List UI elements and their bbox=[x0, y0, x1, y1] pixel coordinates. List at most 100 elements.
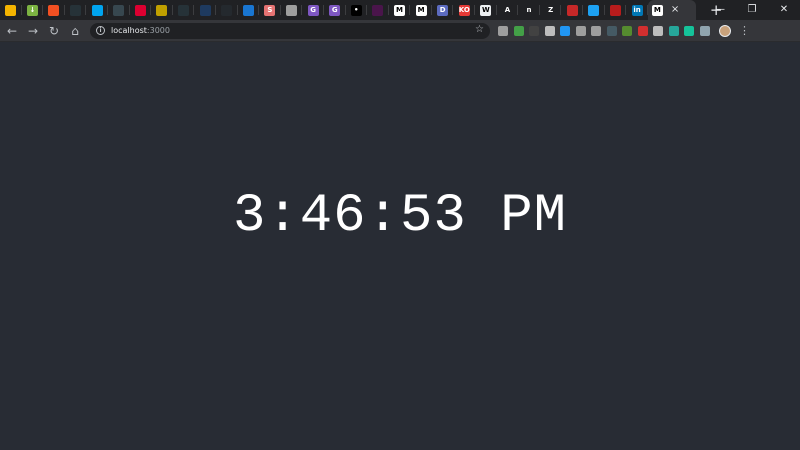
b-icon[interactable] bbox=[606, 25, 617, 36]
evernote-icon[interactable] bbox=[513, 25, 524, 36]
dot-icon: • bbox=[350, 4, 362, 16]
ko-icon: KO bbox=[458, 4, 470, 16]
tab-18[interactable]: M bbox=[389, 0, 411, 20]
minimize-button[interactable]: — bbox=[704, 0, 736, 20]
menu-icon[interactable]: ⋮ bbox=[739, 25, 750, 36]
red-square-icon bbox=[609, 4, 621, 16]
clock-display: 3:46:53 PM bbox=[232, 186, 568, 247]
medium-icon: M bbox=[415, 4, 427, 16]
v-icon[interactable] bbox=[699, 25, 710, 36]
close-tab-icon[interactable]: × bbox=[671, 5, 679, 15]
tab-1[interactable]: ↓ bbox=[22, 0, 44, 20]
window-controls: — ❐ ✕ bbox=[704, 0, 800, 20]
url-port: :3000 bbox=[146, 26, 170, 35]
tab-9[interactable] bbox=[194, 0, 216, 20]
tab-2[interactable] bbox=[43, 0, 65, 20]
tab-21[interactable]: KO bbox=[453, 0, 475, 20]
w-icon: W bbox=[480, 4, 492, 16]
grammarly-icon[interactable] bbox=[684, 25, 694, 36]
red-box-icon[interactable] bbox=[637, 25, 648, 36]
chart-icon bbox=[70, 4, 82, 16]
battery-icon bbox=[156, 4, 168, 16]
tab-0[interactable] bbox=[0, 0, 22, 20]
image-icon bbox=[286, 4, 298, 16]
tab-14[interactable]: G bbox=[302, 0, 324, 20]
tab-5[interactable] bbox=[108, 0, 130, 20]
url-text[interactable]: localhost:3000 bbox=[111, 26, 170, 35]
tab-7[interactable] bbox=[151, 0, 173, 20]
forward-button[interactable]: → bbox=[24, 22, 42, 40]
dark-square-icon bbox=[178, 4, 190, 16]
gear-icon[interactable] bbox=[591, 25, 601, 36]
tab-20[interactable]: D bbox=[432, 0, 454, 20]
tab-16[interactable]: • bbox=[346, 0, 368, 20]
page-content: 3:46:53 PM bbox=[0, 42, 800, 450]
tab-23[interactable]: A bbox=[497, 0, 519, 20]
tab-4[interactable] bbox=[86, 0, 108, 20]
browser-toolbar: ← → ↻ ⌂ i localhost:3000 ☆ ⋮ bbox=[0, 20, 800, 42]
cast-icon[interactable] bbox=[668, 25, 679, 36]
green-square-icon[interactable] bbox=[622, 25, 632, 36]
tab-list: ↓ S G G • M M D KO W An Zin M × bbox=[0, 0, 696, 20]
tab-8[interactable] bbox=[173, 0, 195, 20]
medium-icon: M bbox=[393, 4, 405, 16]
tab-10[interactable] bbox=[216, 0, 238, 20]
windows-icon bbox=[48, 4, 60, 16]
twitter-icon bbox=[588, 4, 600, 16]
box-icon bbox=[566, 4, 578, 16]
tab-24[interactable]: n bbox=[518, 0, 540, 20]
tab-strip: ↓ S G G • M M D KO W An Zin M × + — ❐ ✕ bbox=[0, 0, 800, 20]
z-icon: Z bbox=[545, 4, 557, 16]
close-window-button[interactable]: ✕ bbox=[768, 0, 800, 20]
browser-window: ↓ S G G • M M D KO W An Zin M × + — ❐ ✕ ← → ↻ ⌂ i loc… bbox=[0, 0, 800, 450]
restore-button[interactable]: ❐ bbox=[736, 0, 768, 20]
g-icon: G bbox=[329, 4, 341, 16]
camera-icon[interactable] bbox=[498, 25, 508, 36]
pen-icon[interactable] bbox=[575, 25, 586, 36]
address-bar[interactable]: i localhost:3000 ☆ bbox=[90, 22, 490, 39]
screen-icon[interactable] bbox=[544, 25, 555, 36]
extensions-bar bbox=[498, 25, 715, 36]
crop-icon[interactable] bbox=[529, 25, 539, 36]
home-button[interactable]: ⌂ bbox=[66, 22, 84, 40]
tab-6[interactable] bbox=[130, 0, 152, 20]
tab-25[interactable]: Z bbox=[540, 0, 562, 20]
github-icon bbox=[221, 4, 233, 16]
settings-icon[interactable] bbox=[653, 25, 663, 36]
tab-26[interactable] bbox=[561, 0, 583, 20]
windows-icon bbox=[91, 4, 103, 16]
tab-17[interactable] bbox=[367, 0, 389, 20]
s-icon: S bbox=[264, 4, 276, 16]
tab-12[interactable]: S bbox=[259, 0, 281, 20]
url-host: localhost bbox=[111, 26, 147, 35]
download-icon: ↓ bbox=[26, 4, 38, 16]
d-icon: D bbox=[437, 4, 449, 16]
linkedin-icon: in bbox=[631, 4, 643, 16]
n-icon: n bbox=[523, 4, 535, 16]
profile-avatar[interactable] bbox=[719, 24, 731, 37]
tab-15[interactable]: G bbox=[324, 0, 346, 20]
tab-13[interactable] bbox=[281, 0, 303, 20]
tab-19[interactable]: M bbox=[410, 0, 432, 20]
tab-active[interactable]: M × bbox=[647, 0, 696, 20]
blue-square-icon bbox=[242, 4, 254, 16]
page-icon bbox=[199, 4, 211, 16]
chrome-icon bbox=[5, 4, 17, 16]
a-icon: A bbox=[501, 4, 513, 16]
grid-icon bbox=[113, 4, 125, 16]
back-button[interactable]: ← bbox=[3, 22, 21, 40]
g-icon: G bbox=[307, 4, 319, 16]
slack-icon bbox=[372, 4, 384, 16]
info-icon[interactable]: i bbox=[96, 26, 105, 35]
tab-3[interactable] bbox=[65, 0, 87, 20]
tab-22[interactable]: W bbox=[475, 0, 497, 20]
angular-icon bbox=[134, 4, 146, 16]
tab-11[interactable] bbox=[238, 0, 260, 20]
medium-icon: M bbox=[651, 4, 663, 16]
blue-dot-icon[interactable] bbox=[560, 25, 570, 36]
tab-28[interactable] bbox=[605, 0, 627, 20]
bookmark-star-icon[interactable]: ☆ bbox=[475, 24, 484, 35]
reload-button[interactable]: ↻ bbox=[45, 22, 63, 40]
tab-27[interactable] bbox=[583, 0, 605, 20]
tab-29[interactable]: in bbox=[626, 0, 648, 20]
